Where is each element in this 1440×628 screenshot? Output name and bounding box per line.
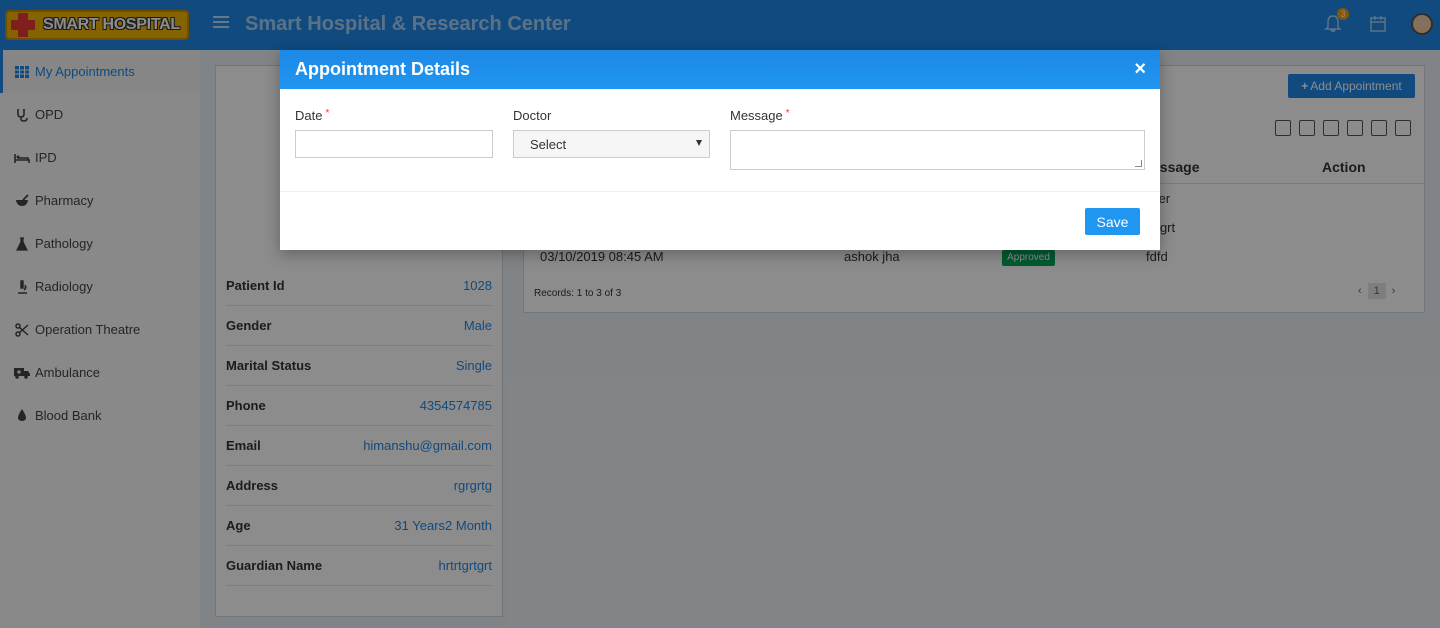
doctor-select-value: Select	[530, 136, 567, 152]
close-icon[interactable]: ×	[1134, 59, 1146, 79]
save-button[interactable]: Save	[1085, 208, 1140, 235]
message-label: Message *	[730, 108, 790, 123]
modal-title: Appointment Details	[295, 59, 471, 79]
chevron-down-icon	[696, 140, 702, 146]
date-label-text: Date	[295, 108, 323, 123]
doctor-select[interactable]: Select	[513, 130, 710, 158]
required-mark: *	[785, 108, 790, 119]
date-input[interactable]	[295, 130, 493, 158]
message-label-text: Message	[730, 108, 783, 123]
date-label: Date *	[295, 108, 329, 123]
resize-handle-icon[interactable]	[1135, 160, 1142, 167]
modal-divider	[280, 191, 1160, 192]
modal-header: Appointment Details ×	[280, 50, 1160, 89]
doctor-label: Doctor	[513, 108, 552, 123]
message-textarea[interactable]	[730, 130, 1145, 170]
required-mark: *	[325, 108, 330, 119]
appointment-details-modal: Appointment Details × Date * Doctor Selec…	[280, 50, 1160, 250]
